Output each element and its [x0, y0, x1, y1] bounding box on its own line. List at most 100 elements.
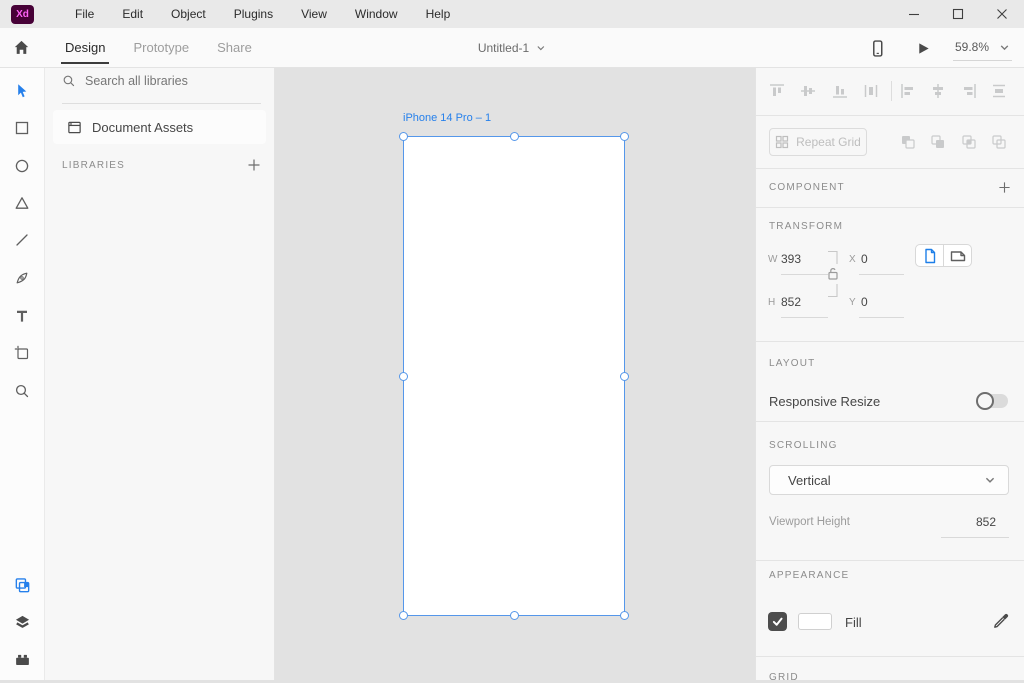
tab-design[interactable]: Design	[63, 28, 107, 68]
boolean-subtract-icon	[930, 134, 946, 150]
boolean-intersect-button[interactable]	[961, 134, 977, 150]
boolean-add-button[interactable]	[900, 134, 916, 150]
resize-handle-top-left[interactable]	[399, 132, 408, 141]
tab-prototype[interactable]: Prototype	[131, 28, 191, 68]
home-button[interactable]	[13, 39, 30, 56]
width-value[interactable]: 393	[781, 252, 801, 266]
device-preview-button[interactable]	[869, 40, 886, 57]
chevron-down-icon	[984, 474, 996, 486]
y-label: Y	[849, 297, 856, 308]
align-right-button[interactable]	[960, 82, 978, 100]
menu-bar: File Edit Object Plugins View Window Hel…	[61, 0, 464, 28]
close-button[interactable]	[980, 0, 1024, 28]
menu-view[interactable]: View	[287, 0, 341, 28]
align-top-icon	[768, 82, 786, 100]
artboard-tool[interactable]	[0, 338, 44, 368]
search-input[interactable]	[85, 74, 245, 88]
boolean-subtract-button[interactable]	[930, 134, 946, 150]
rectangle-tool[interactable]	[0, 113, 44, 143]
line-tool[interactable]	[0, 225, 44, 255]
canvas[interactable]: iPhone 14 Pro – 1	[275, 68, 755, 680]
x-value[interactable]: 0	[861, 252, 868, 266]
assets-panel-button[interactable]	[0, 570, 44, 600]
distribute-vertical-button[interactable]	[990, 82, 1008, 100]
fill-checkbox[interactable]	[768, 612, 787, 631]
desktop-preview-button[interactable]	[916, 41, 931, 56]
add-component-button[interactable]	[998, 181, 1011, 194]
viewport-height-value[interactable]: 852	[976, 515, 996, 529]
resize-handle-top-center[interactable]	[510, 132, 519, 141]
height-field-underline	[781, 317, 828, 318]
y-value[interactable]: 0	[861, 295, 868, 309]
appearance-header: APPEARANCE	[769, 570, 849, 581]
resize-handle-bottom-left[interactable]	[399, 611, 408, 620]
checkmark-icon	[771, 615, 784, 628]
zoom-level-control[interactable]: 59.8%	[953, 35, 1012, 61]
layers-icon	[14, 614, 31, 631]
boolean-exclude-button[interactable]	[991, 134, 1007, 150]
resize-handle-middle-left[interactable]	[399, 372, 408, 381]
menu-edit[interactable]: Edit	[108, 0, 157, 28]
minimize-button[interactable]	[892, 0, 936, 28]
align-top-button[interactable]	[768, 82, 786, 100]
home-icon	[13, 39, 30, 56]
repeat-grid-button[interactable]: Repeat Grid	[769, 128, 867, 156]
plugins-panel-button[interactable]	[0, 644, 44, 674]
height-value[interactable]: 852	[781, 295, 801, 309]
artboard-icon	[14, 345, 30, 361]
text-tool[interactable]	[0, 301, 44, 331]
boolean-intersect-icon	[961, 134, 977, 150]
align-horizontal-center-icon	[929, 82, 947, 100]
menu-plugins[interactable]: Plugins	[220, 0, 287, 28]
width-label: W	[768, 254, 777, 265]
pen-tool[interactable]	[0, 263, 44, 293]
zoom-tool[interactable]	[0, 376, 44, 406]
responsive-resize-toggle[interactable]	[978, 394, 1008, 408]
layers-panel-button[interactable]	[0, 607, 44, 637]
scroll-direction-select[interactable]: Vertical	[769, 465, 1009, 495]
landscape-orientation-button[interactable]	[943, 245, 971, 266]
align-horizontal-center-button[interactable]	[929, 82, 947, 100]
align-right-icon	[960, 82, 978, 100]
maximize-button[interactable]	[936, 0, 980, 28]
title-bar: Xd File Edit Object Plugins View Window …	[0, 0, 1024, 28]
artboard-title[interactable]: iPhone 14 Pro – 1	[403, 112, 491, 124]
polygon-tool[interactable]	[0, 188, 44, 218]
line-icon	[14, 232, 30, 248]
ellipse-icon	[14, 158, 30, 174]
text-icon	[14, 308, 30, 324]
portrait-orientation-button[interactable]	[916, 245, 943, 266]
unlock-icon	[829, 269, 837, 279]
libraries-header: LIBRARIES	[62, 160, 125, 171]
x-field-underline	[859, 274, 904, 275]
resize-handle-bottom-right[interactable]	[620, 611, 629, 620]
menu-help[interactable]: Help	[412, 0, 465, 28]
eyedropper-button[interactable]	[992, 613, 1009, 630]
ellipse-tool[interactable]	[0, 151, 44, 181]
distribute-horizontal-button[interactable]	[862, 82, 880, 100]
triangle-icon	[14, 195, 30, 211]
document-title-control[interactable]: Untitled-1	[478, 28, 546, 68]
chevron-down-icon	[536, 43, 546, 53]
tab-share[interactable]: Share	[215, 28, 254, 68]
menu-window[interactable]: Window	[341, 0, 412, 28]
resize-handle-bottom-center[interactable]	[510, 611, 519, 620]
play-icon	[916, 41, 931, 56]
resize-handle-middle-right[interactable]	[620, 372, 629, 381]
artboard[interactable]	[403, 136, 625, 616]
menu-object[interactable]: Object	[157, 0, 220, 28]
document-assets-item[interactable]: Document Assets	[53, 110, 266, 144]
fill-color-swatch[interactable]	[798, 613, 832, 630]
select-tool[interactable]	[0, 76, 44, 106]
minimize-icon	[908, 8, 920, 20]
align-vertical-center-button[interactable]	[799, 82, 817, 100]
lock-aspect-control[interactable]	[824, 250, 842, 298]
align-left-button[interactable]	[899, 82, 917, 100]
repeat-grid-icon	[775, 135, 789, 149]
add-library-button[interactable]	[247, 158, 261, 172]
align-bottom-button[interactable]	[831, 82, 849, 100]
window-controls	[892, 0, 1024, 28]
menu-file[interactable]: File	[61, 0, 108, 28]
resize-handle-top-right[interactable]	[620, 132, 629, 141]
align-left-icon	[899, 82, 917, 100]
